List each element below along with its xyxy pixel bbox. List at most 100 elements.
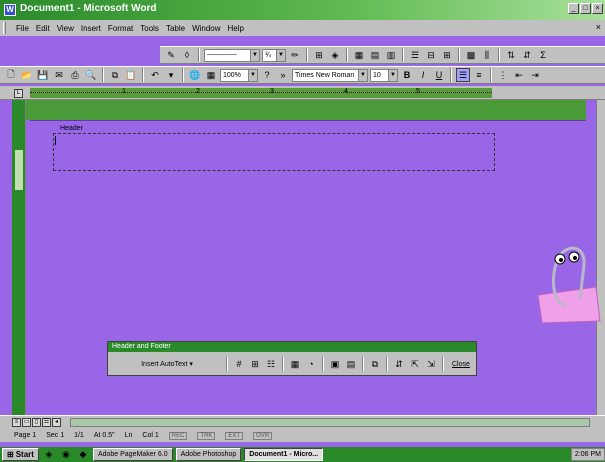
show-hide-document-text-icon[interactable]: ▤: [344, 357, 358, 371]
switch-header-footer-icon[interactable]: ⇵: [392, 357, 406, 371]
status-ovr[interactable]: OVR: [253, 431, 273, 440]
open-icon[interactable]: 📂: [20, 68, 34, 82]
hyperlink-icon[interactable]: 🌐: [188, 68, 202, 82]
toolbar-separator: [490, 68, 492, 82]
page-setup-icon[interactable]: ▣: [328, 357, 342, 371]
undo-icon[interactable]: ↶: [148, 68, 162, 82]
font-select[interactable]: Times New Roman ▼: [292, 68, 368, 82]
split-cells-icon[interactable]: ▥: [384, 48, 398, 62]
close-header-footer-button[interactable]: Close: [452, 361, 470, 368]
insert-autotext-button[interactable]: Insert AutoText ▾: [112, 360, 222, 368]
numbering-icon[interactable]: ⋮: [496, 68, 510, 82]
menu-edit[interactable]: Edit: [36, 24, 50, 33]
bold-button[interactable]: B: [400, 68, 414, 82]
show-next-icon[interactable]: ⇲: [424, 357, 438, 371]
autosum-icon[interactable]: Σ: [536, 48, 550, 62]
quicklaunch-icon[interactable]: ◉: [59, 448, 73, 462]
insert-time-icon[interactable]: ◔: [304, 357, 318, 371]
menu-file[interactable]: File: [16, 24, 29, 33]
text-direction-icon[interactable]: ⫼: [480, 48, 494, 62]
distribute-rows-icon[interactable]: ⊟: [424, 48, 438, 62]
insert-date-icon[interactable]: ▦: [288, 357, 302, 371]
same-as-previous-icon[interactable]: ⧉: [368, 357, 382, 371]
web-layout-icon[interactable]: ▭: [22, 418, 31, 427]
pencil-icon[interactable]: ✎: [164, 48, 178, 62]
tables-borders-icon[interactable]: ▦: [204, 68, 218, 82]
table-autoformat-icon[interactable]: ▩: [464, 48, 478, 62]
close-document-icon[interactable]: ×: [596, 22, 601, 32]
menu-table[interactable]: Table: [166, 24, 185, 33]
window-title: Document1 - Microsoft Word: [20, 3, 157, 14]
status-trk[interactable]: TRK: [197, 431, 216, 440]
task-pagemaker[interactable]: Adobe PageMaker 6.0: [92, 448, 173, 461]
insert-table-icon[interactable]: ▦: [352, 48, 366, 62]
align-icon[interactable]: ☰: [408, 48, 422, 62]
chevron-down-icon[interactable]: ▾: [164, 68, 178, 82]
menu-help[interactable]: Help: [228, 24, 244, 33]
word-app-icon[interactable]: W: [4, 4, 16, 16]
header-footer-toolbar-title[interactable]: Header and Footer: [108, 342, 476, 352]
new-document-icon[interactable]: 🗋: [4, 68, 18, 82]
menu-window[interactable]: Window: [192, 24, 220, 33]
border-color-icon[interactable]: ✏: [288, 48, 302, 62]
eraser-icon[interactable]: ◊: [180, 48, 194, 62]
italic-button[interactable]: I: [416, 68, 430, 82]
paste-icon[interactable]: 📋: [124, 68, 138, 82]
print-icon[interactable]: ⎙: [68, 68, 82, 82]
tab-selector-icon[interactable]: L: [14, 89, 23, 98]
clock[interactable]: 2:06 PM: [575, 451, 601, 458]
horizontal-scrollbar[interactable]: [70, 418, 590, 427]
status-rec[interactable]: REC: [168, 431, 188, 440]
print-preview-icon[interactable]: 🔍: [84, 68, 98, 82]
header-region[interactable]: [53, 133, 495, 171]
horizontal-ruler[interactable]: L 1 2 3 4 5: [0, 86, 605, 100]
help-icon[interactable]: ?: [260, 68, 274, 82]
email-icon[interactable]: ✉: [52, 68, 66, 82]
format-page-number-icon[interactable]: ☷: [264, 357, 278, 371]
menu-view[interactable]: View: [57, 24, 74, 33]
normal-view-icon[interactable]: ≡: [12, 418, 21, 427]
sort-ascending-icon[interactable]: ⇅: [504, 48, 518, 62]
toolbar-separator: [102, 68, 104, 82]
task-word-document[interactable]: Document1 - Micro...: [244, 448, 324, 461]
distribute-columns-icon[interactable]: ⊞: [440, 48, 454, 62]
menu-insert[interactable]: Insert: [81, 24, 101, 33]
menu-grip[interactable]: [3, 22, 6, 34]
line-weight-select[interactable]: ¾ ▼: [262, 48, 286, 62]
save-icon[interactable]: 💾: [36, 68, 50, 82]
scroll-left-icon[interactable]: ◂: [52, 418, 61, 427]
minimize-button[interactable]: _: [568, 3, 579, 14]
align-center-icon[interactable]: ≡: [472, 68, 486, 82]
office-assistant-paperclip[interactable]: [536, 235, 602, 325]
print-layout-icon[interactable]: ▯: [32, 418, 41, 427]
task-photoshop[interactable]: Adobe Photoshop: [175, 448, 242, 461]
show-previous-icon[interactable]: ⇱: [408, 357, 422, 371]
decrease-indent-icon[interactable]: ⇤: [512, 68, 526, 82]
start-button[interactable]: ⊞ Start: [2, 448, 39, 461]
merge-cells-icon[interactable]: ▤: [368, 48, 382, 62]
close-button[interactable]: ×: [592, 3, 603, 14]
sort-descending-icon[interactable]: ⇵: [520, 48, 534, 62]
restore-button[interactable]: □: [580, 3, 591, 14]
more-buttons-icon[interactable]: »: [276, 68, 290, 82]
copy-icon[interactable]: ⧉: [108, 68, 122, 82]
align-left-icon[interactable]: ☰: [456, 68, 470, 82]
underline-button[interactable]: U: [432, 68, 446, 82]
increase-indent-icon[interactable]: ⇥: [528, 68, 542, 82]
line-style-select[interactable]: ────── ▼: [204, 48, 260, 62]
menu-tools[interactable]: Tools: [140, 24, 159, 33]
quicklaunch-icon[interactable]: ◆: [76, 448, 90, 462]
ruler-scale[interactable]: 1 2 3 4 5: [30, 88, 492, 98]
insert-number-of-pages-icon[interactable]: ⊞: [248, 357, 262, 371]
shading-icon[interactable]: ◈: [328, 48, 342, 62]
zoom-select[interactable]: 100% ▼: [220, 68, 258, 82]
status-ext[interactable]: EXT: [225, 431, 244, 440]
quicklaunch-icon[interactable]: ◈: [42, 448, 56, 462]
assistant-paper: [537, 286, 601, 324]
border-icon[interactable]: ⊞: [312, 48, 326, 62]
menu-format[interactable]: Format: [108, 24, 133, 33]
outline-view-icon[interactable]: ☰: [42, 418, 51, 427]
vertical-ruler[interactable]: [12, 100, 26, 415]
insert-page-number-icon[interactable]: #: [232, 357, 246, 371]
font-size-select[interactable]: 10 ▼: [370, 68, 398, 82]
